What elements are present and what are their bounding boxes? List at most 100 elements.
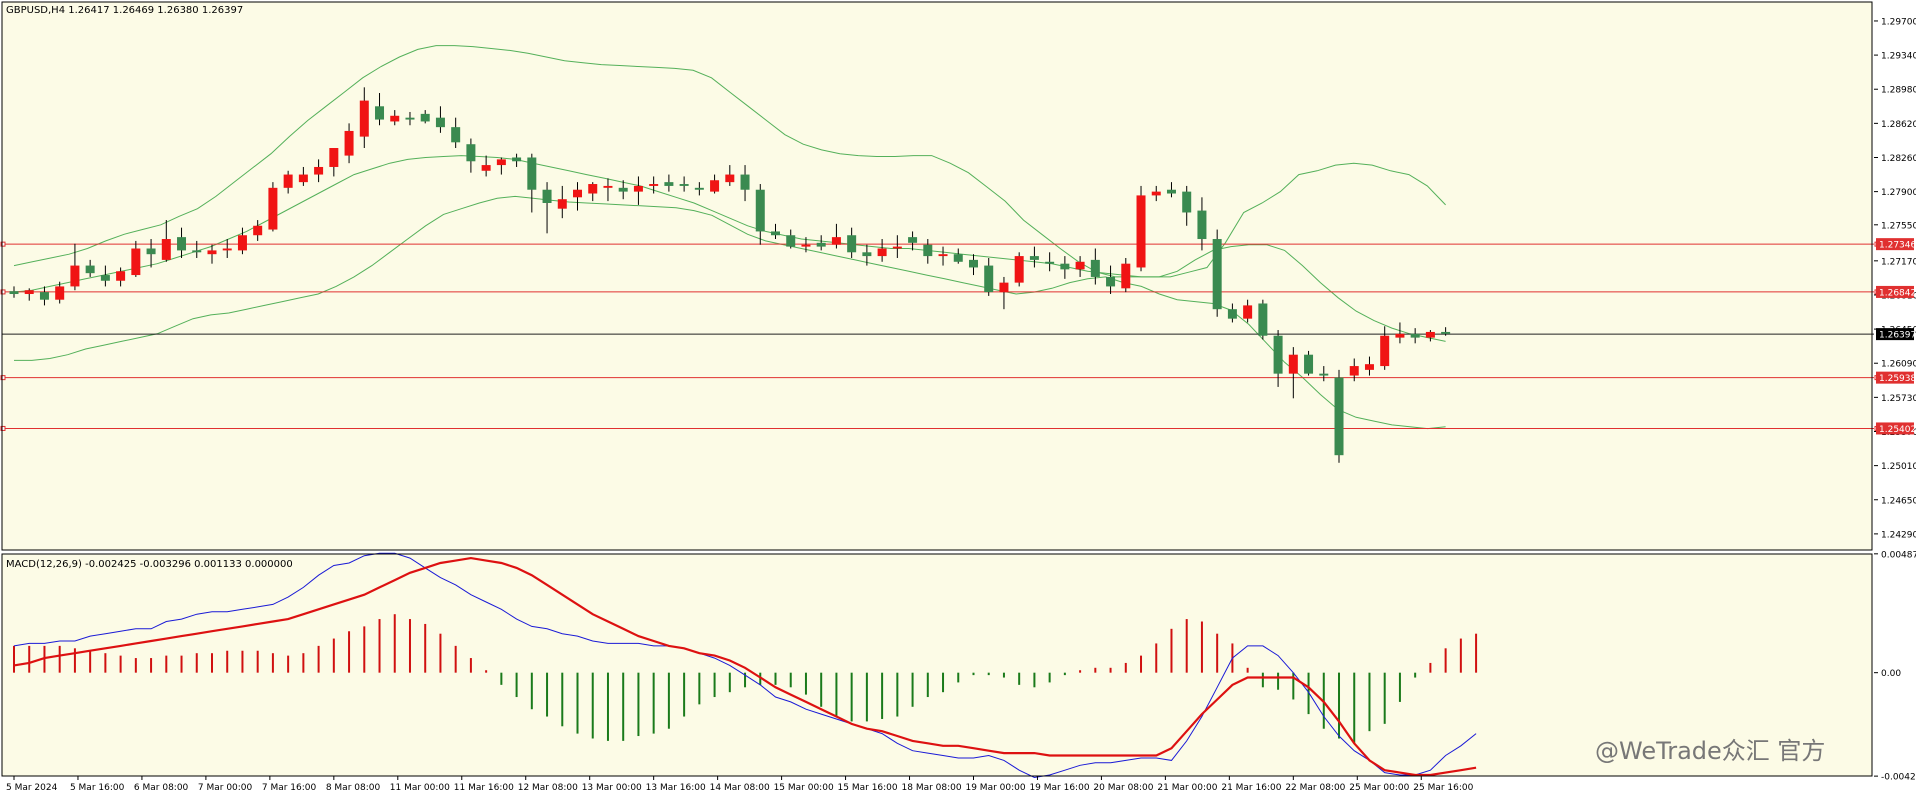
candle-body <box>375 106 385 120</box>
candle-body <box>664 182 674 186</box>
candle-body <box>1151 191 1161 196</box>
candle-body <box>390 115 400 122</box>
candle-body <box>268 187 278 230</box>
candle <box>1258 299 1268 340</box>
candle-body <box>527 157 537 190</box>
chart-window[interactable]: 1.29700 1.29340 1.28980 1.28620 1.28260 1.279… <box>0 0 1916 798</box>
candle-body <box>588 184 598 194</box>
y-tick-label: 1.28980 <box>1881 86 1916 96</box>
candle-body <box>1197 210 1207 240</box>
candle-body <box>85 265 95 274</box>
y-tick-label: 1.26090 <box>1881 360 1916 370</box>
chart-svg[interactable]: 1.29700 1.29340 1.28980 1.28620 1.28260 1.279… <box>0 0 1916 798</box>
candle-body <box>771 231 780 236</box>
candle-body <box>725 174 735 183</box>
macd-y-tick-label: -0.004245 <box>1881 773 1916 783</box>
candle-body <box>1349 366 1359 376</box>
candle-body <box>146 248 156 255</box>
candle-body <box>847 235 857 253</box>
candle-body <box>908 237 918 243</box>
x-tick-label: 25 Mar 00:00 <box>1349 783 1409 793</box>
candle-body <box>938 254 948 257</box>
candle-body <box>1182 191 1192 213</box>
x-tick-label: 6 Mar 08:00 <box>134 783 189 793</box>
candle-body <box>1395 333 1405 338</box>
candle-body <box>359 100 369 137</box>
price-pane[interactable] <box>2 2 1872 550</box>
x-tick-label: 19 Mar 00:00 <box>965 783 1025 793</box>
candle-body <box>420 113 430 122</box>
candle-body <box>801 244 811 247</box>
candle-body <box>603 185 613 188</box>
x-tick-label: 15 Mar 00:00 <box>774 783 834 793</box>
current-price-label: 1.26397 <box>1879 331 1916 341</box>
level-label: 1.25402 <box>1879 425 1916 435</box>
candle-body <box>557 199 567 209</box>
candle-body <box>1090 259 1100 277</box>
candle-body <box>222 248 232 251</box>
candle <box>1334 369 1344 463</box>
candle-body <box>466 144 476 162</box>
candle-body <box>1014 256 1024 283</box>
candle-body <box>161 239 171 260</box>
candle-body <box>55 286 65 300</box>
candle-body <box>923 244 933 257</box>
x-tick-label: 19 Mar 16:00 <box>1029 783 1089 793</box>
x-tick-label: 21 Mar 16:00 <box>1221 783 1281 793</box>
candle-body <box>1045 261 1055 264</box>
candle-body <box>192 250 202 253</box>
y-tick-label: 1.24650 <box>1881 496 1916 506</box>
candle-body <box>100 275 110 281</box>
candle-body <box>298 174 308 183</box>
candle-body <box>344 130 354 156</box>
x-tick-label: 8 Mar 08:00 <box>326 783 381 793</box>
candle-body <box>1258 303 1268 336</box>
candle-body <box>451 127 461 143</box>
candle-body <box>512 157 522 162</box>
candle-body <box>1364 364 1374 370</box>
x-tick-label: 21 Mar 00:00 <box>1157 783 1217 793</box>
macd-y-tick-label: 0.00 <box>1881 669 1901 679</box>
candle-body <box>237 235 247 251</box>
level-label: 1.27346 <box>1879 241 1916 251</box>
price-header: GBPUSD,H4 1.26417 1.26469 1.26380 1.2639… <box>6 5 243 16</box>
candle-body <box>1425 331 1435 338</box>
candle <box>1136 185 1146 272</box>
x-tick-label: 7 Mar 00:00 <box>198 783 253 793</box>
y-tick-label: 1.29340 <box>1881 52 1916 62</box>
candle-body <box>953 254 963 262</box>
candle-body <box>1334 377 1344 456</box>
x-tick-label: 13 Mar 16:00 <box>646 783 706 793</box>
x-tick-label: 25 Mar 16:00 <box>1413 783 1473 793</box>
candle-body <box>283 174 293 188</box>
candle-body <box>755 189 765 232</box>
x-tick-label: 14 Mar 08:00 <box>710 783 770 793</box>
y-tick-label: 1.24290 <box>1881 530 1916 540</box>
candle-body <box>694 187 704 190</box>
candle-body <box>39 292 49 300</box>
candle-body <box>1288 354 1298 374</box>
candle-body <box>9 291 19 295</box>
candle-body <box>329 148 339 167</box>
y-tick-label: 1.28260 <box>1881 154 1916 164</box>
macd-pane[interactable] <box>2 554 1872 776</box>
candle-body <box>710 180 720 192</box>
candle-body <box>207 250 217 255</box>
candle-body <box>1410 333 1420 338</box>
x-tick-label: 11 Mar 00:00 <box>390 783 450 793</box>
x-tick-label: 20 Mar 08:00 <box>1093 783 1153 793</box>
y-tick-label: 1.27900 <box>1881 188 1916 198</box>
candle-body <box>314 166 324 175</box>
candle-body <box>892 246 902 249</box>
candle-body <box>1243 305 1253 319</box>
candle-body <box>70 265 80 287</box>
candle-body <box>435 117 445 128</box>
candle-body <box>740 174 750 190</box>
candle-body <box>1075 261 1085 270</box>
y-tick-label: 1.28620 <box>1881 120 1916 130</box>
candle-body <box>542 189 552 203</box>
x-tick-label: 13 Mar 00:00 <box>582 783 642 793</box>
candle-body <box>679 184 689 186</box>
candle-body <box>1304 354 1314 374</box>
x-tick-label: 22 Mar 08:00 <box>1285 783 1345 793</box>
